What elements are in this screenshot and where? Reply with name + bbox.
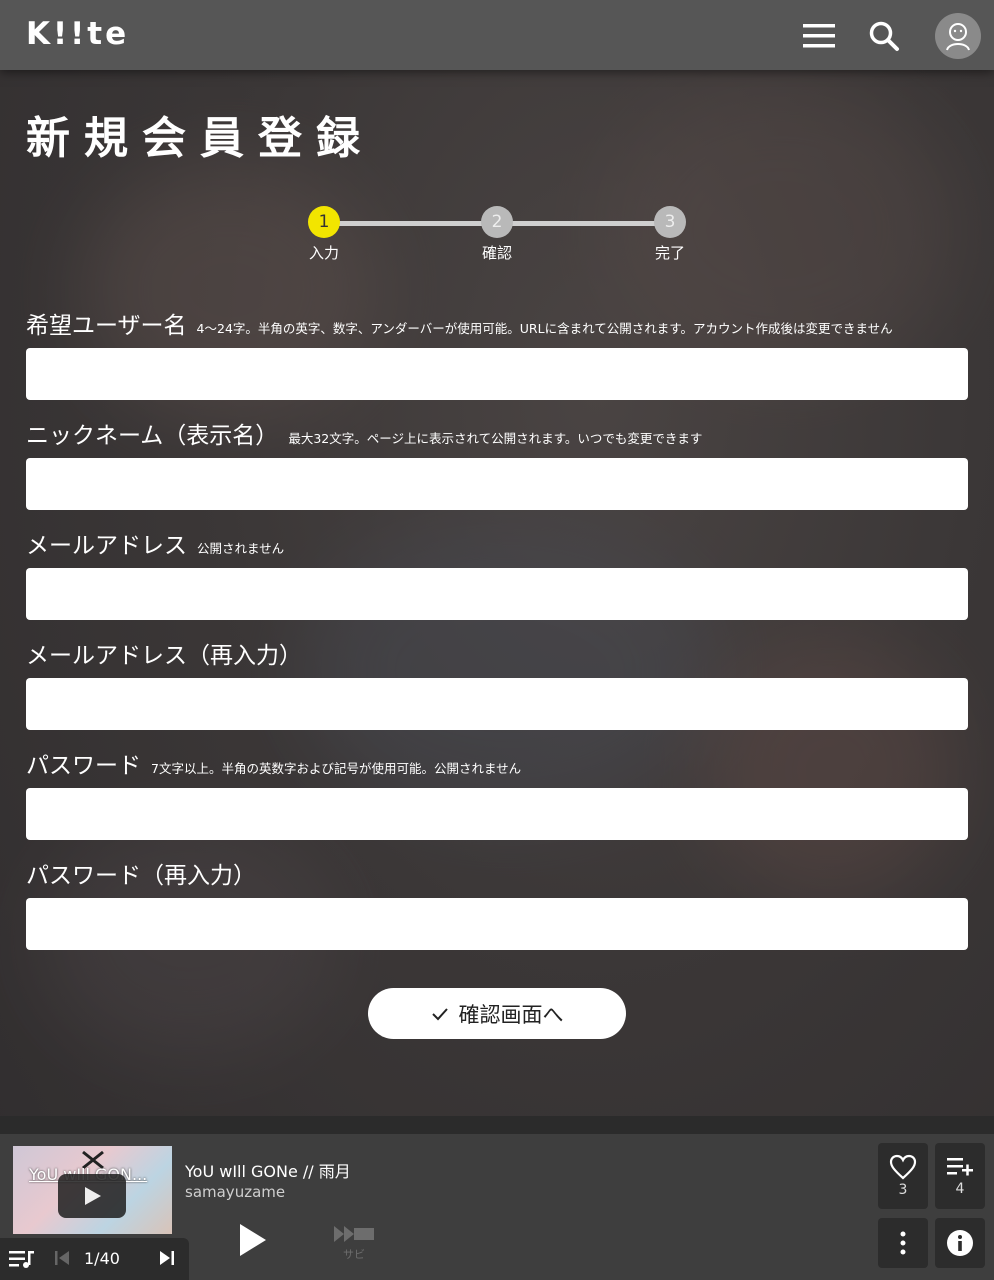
- chorus-label: サビ: [343, 1248, 365, 1261]
- email-hint: 公開されません: [197, 541, 285, 556]
- playlist-count: 4: [955, 1181, 965, 1197]
- search-icon: [869, 21, 899, 51]
- heart-icon: [889, 1154, 917, 1180]
- queue-position: 1/40: [84, 1249, 120, 1268]
- queue-list-icon: [9, 1251, 34, 1268]
- skip-next-icon: [160, 1251, 174, 1265]
- email-label: メールアドレス: [26, 533, 187, 559]
- step-number: 2: [481, 206, 513, 238]
- player-divider: [0, 1116, 994, 1134]
- more-options-button[interactable]: [878, 1218, 928, 1268]
- registration-stepper: 1 入力 2 確認 3 完了: [300, 206, 700, 266]
- step-label: 完了: [654, 244, 685, 262]
- email-confirm-label: メールアドレス（再入力）: [26, 643, 302, 669]
- step-complete: 3 完了: [646, 206, 694, 263]
- email-input[interactable]: [26, 568, 968, 620]
- site-logo[interactable]: K!!te: [26, 16, 129, 52]
- account-button[interactable]: [935, 13, 981, 59]
- go-to-confirm-button[interactable]: 確認画面へ: [368, 988, 626, 1039]
- password-input[interactable]: [26, 788, 968, 840]
- email-field-group: メールアドレス 公開されません: [26, 530, 968, 620]
- username-hint: 4〜24字。半角の英字、数字、アンダーバーが使用可能。URLに含まれて公開されま…: [196, 321, 893, 336]
- step-number: 3: [654, 206, 686, 238]
- info-icon: [947, 1230, 973, 1256]
- nickname-label: ニックネーム（表示名）: [26, 423, 279, 449]
- menu-button[interactable]: [796, 13, 842, 59]
- fast-forward-icon: [334, 1226, 374, 1242]
- step-label: 確認: [481, 244, 512, 262]
- play-icon: [85, 1187, 101, 1205]
- password-confirm-field-group: パスワード（再入力）: [26, 860, 968, 950]
- add-to-playlist-button[interactable]: 4: [935, 1143, 985, 1209]
- nickname-input[interactable]: [26, 458, 968, 510]
- playlist-add-icon: [947, 1158, 973, 1176]
- password-confirm-input[interactable]: [26, 898, 968, 950]
- chorus-skip-button[interactable]: サビ: [330, 1224, 378, 1262]
- email-confirm-input[interactable]: [26, 678, 968, 730]
- play-icon: [240, 1224, 266, 1256]
- nickname-hint: 最大32文字。ページ上に表示されて公開されます。いつでも変更できます: [288, 431, 703, 446]
- step-label: 入力: [308, 244, 339, 262]
- confirm-button-label: 確認画面へ: [458, 1002, 564, 1027]
- skip-previous-icon: [55, 1251, 69, 1265]
- step-input: 1 入力: [300, 206, 348, 263]
- nickname-field-group: ニックネーム（表示名） 最大32文字。ページ上に表示されて公開されます。いつでも…: [26, 420, 968, 510]
- username-input[interactable]: [26, 348, 968, 400]
- username-field-group: 希望ユーザー名 4〜24字。半角の英字、数字、アンダーバーが使用可能。URLに含…: [26, 310, 968, 400]
- info-button[interactable]: [935, 1218, 985, 1268]
- queue-bar: 1/40: [0, 1238, 189, 1280]
- step-confirm: 2 確認: [473, 206, 521, 263]
- step-number: 1: [308, 206, 340, 238]
- play-button[interactable]: [232, 1220, 272, 1264]
- user-avatar-icon: [946, 23, 970, 51]
- page-title: 新規会員登録: [26, 113, 374, 164]
- like-count: 3: [898, 1182, 908, 1198]
- queue-button[interactable]: [8, 1248, 36, 1274]
- search-button[interactable]: [861, 13, 907, 59]
- username-label: 希望ユーザー名: [26, 313, 187, 339]
- hamburger-icon: [803, 24, 835, 48]
- more-vertical-icon: [900, 1231, 906, 1255]
- like-button[interactable]: 3: [878, 1143, 928, 1209]
- password-confirm-label: パスワード（再入力）: [26, 863, 256, 889]
- track-thumbnail[interactable]: YoU wIll GON...: [13, 1146, 172, 1234]
- track-title[interactable]: YoU wIll GONe // 雨月: [185, 1158, 351, 1182]
- track-artist[interactable]: samayuzame: [185, 1183, 285, 1201]
- email-confirm-field-group: メールアドレス（再入力）: [26, 640, 968, 730]
- thumbnail-play-button[interactable]: [58, 1174, 126, 1218]
- top-header: K!!te: [0, 0, 994, 70]
- previous-track-button[interactable]: [53, 1249, 71, 1271]
- next-track-button[interactable]: [158, 1249, 176, 1271]
- check-icon: [431, 1007, 449, 1021]
- password-field-group: パスワード 7文字以上。半角の英数字および記号が使用可能。公開されません: [26, 750, 968, 840]
- password-hint: 7文字以上。半角の英数字および記号が使用可能。公開されません: [151, 761, 522, 776]
- music-player: YoU wIll GON... YoU wIll GONe // 雨月 sama…: [0, 1134, 994, 1280]
- password-label: パスワード: [26, 753, 141, 779]
